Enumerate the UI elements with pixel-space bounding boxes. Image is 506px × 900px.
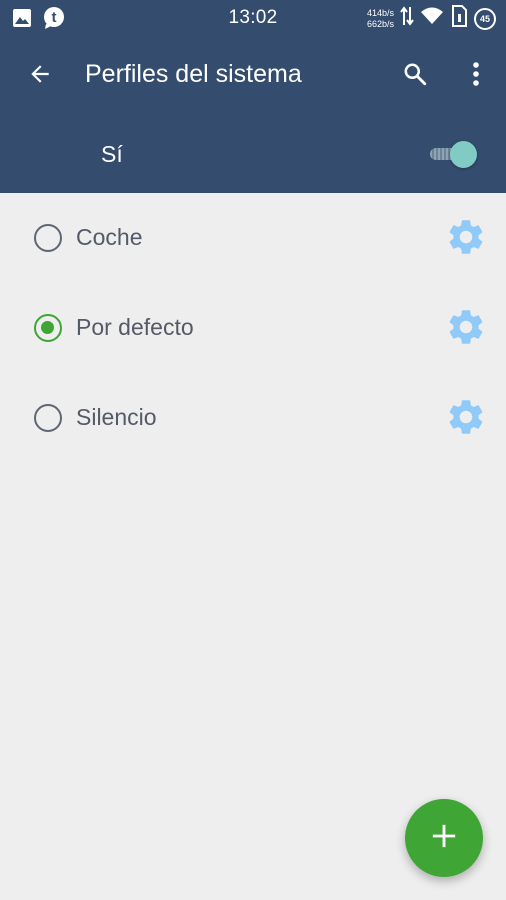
back-arrow-icon [27,61,53,92]
sim-icon [450,5,468,32]
master-toggle-row[interactable]: Sí [0,116,506,193]
profile-settings-button[interactable] [444,217,488,261]
profile-label: Por defecto [76,314,194,340]
profile-label: Coche [76,224,143,250]
more-vert-icon [472,61,480,92]
app-bar: Perfiles del sistema [0,36,506,116]
plus-icon [431,823,457,854]
add-profile-button[interactable] [405,799,483,877]
profile-settings-button[interactable] [444,397,488,441]
wifi-icon [420,6,444,31]
upload-speed: 414b/s [366,7,394,18]
switch-thumb [450,141,477,168]
network-speed: 414b/s 662b/s [367,8,394,30]
radio-button[interactable] [34,404,62,432]
toggle-label: Sí [101,141,123,167]
search-button[interactable] [395,56,435,96]
gear-icon [445,306,487,353]
list-item-coche[interactable]: Coche [0,193,506,283]
radio-button-selected[interactable] [34,314,62,342]
more-options-button[interactable] [456,56,496,96]
profile-list: Coche Por defecto Silencio [0,193,506,463]
page-title: Perfiles del sistema [85,60,302,88]
download-speed: 662b/s [366,18,394,29]
profile-settings-button[interactable] [444,307,488,351]
status-indicators: 414b/s 662b/s 45 [367,5,496,32]
list-item-silencio[interactable]: Silencio [0,373,506,463]
gear-icon [445,396,487,443]
radio-button[interactable] [34,224,62,252]
back-button[interactable] [20,56,60,96]
battery-icon: 45 [474,7,496,30]
battery-level: 45 [479,13,490,24]
master-switch[interactable] [428,138,480,170]
list-item-por-defecto[interactable]: Por defecto [0,283,506,373]
status-bar: t 13:02 414b/s 662b/s 45 [0,0,506,36]
gear-icon [445,216,487,263]
search-icon [402,61,428,92]
profile-label: Silencio [76,404,157,430]
data-transfer-icon [400,5,414,32]
